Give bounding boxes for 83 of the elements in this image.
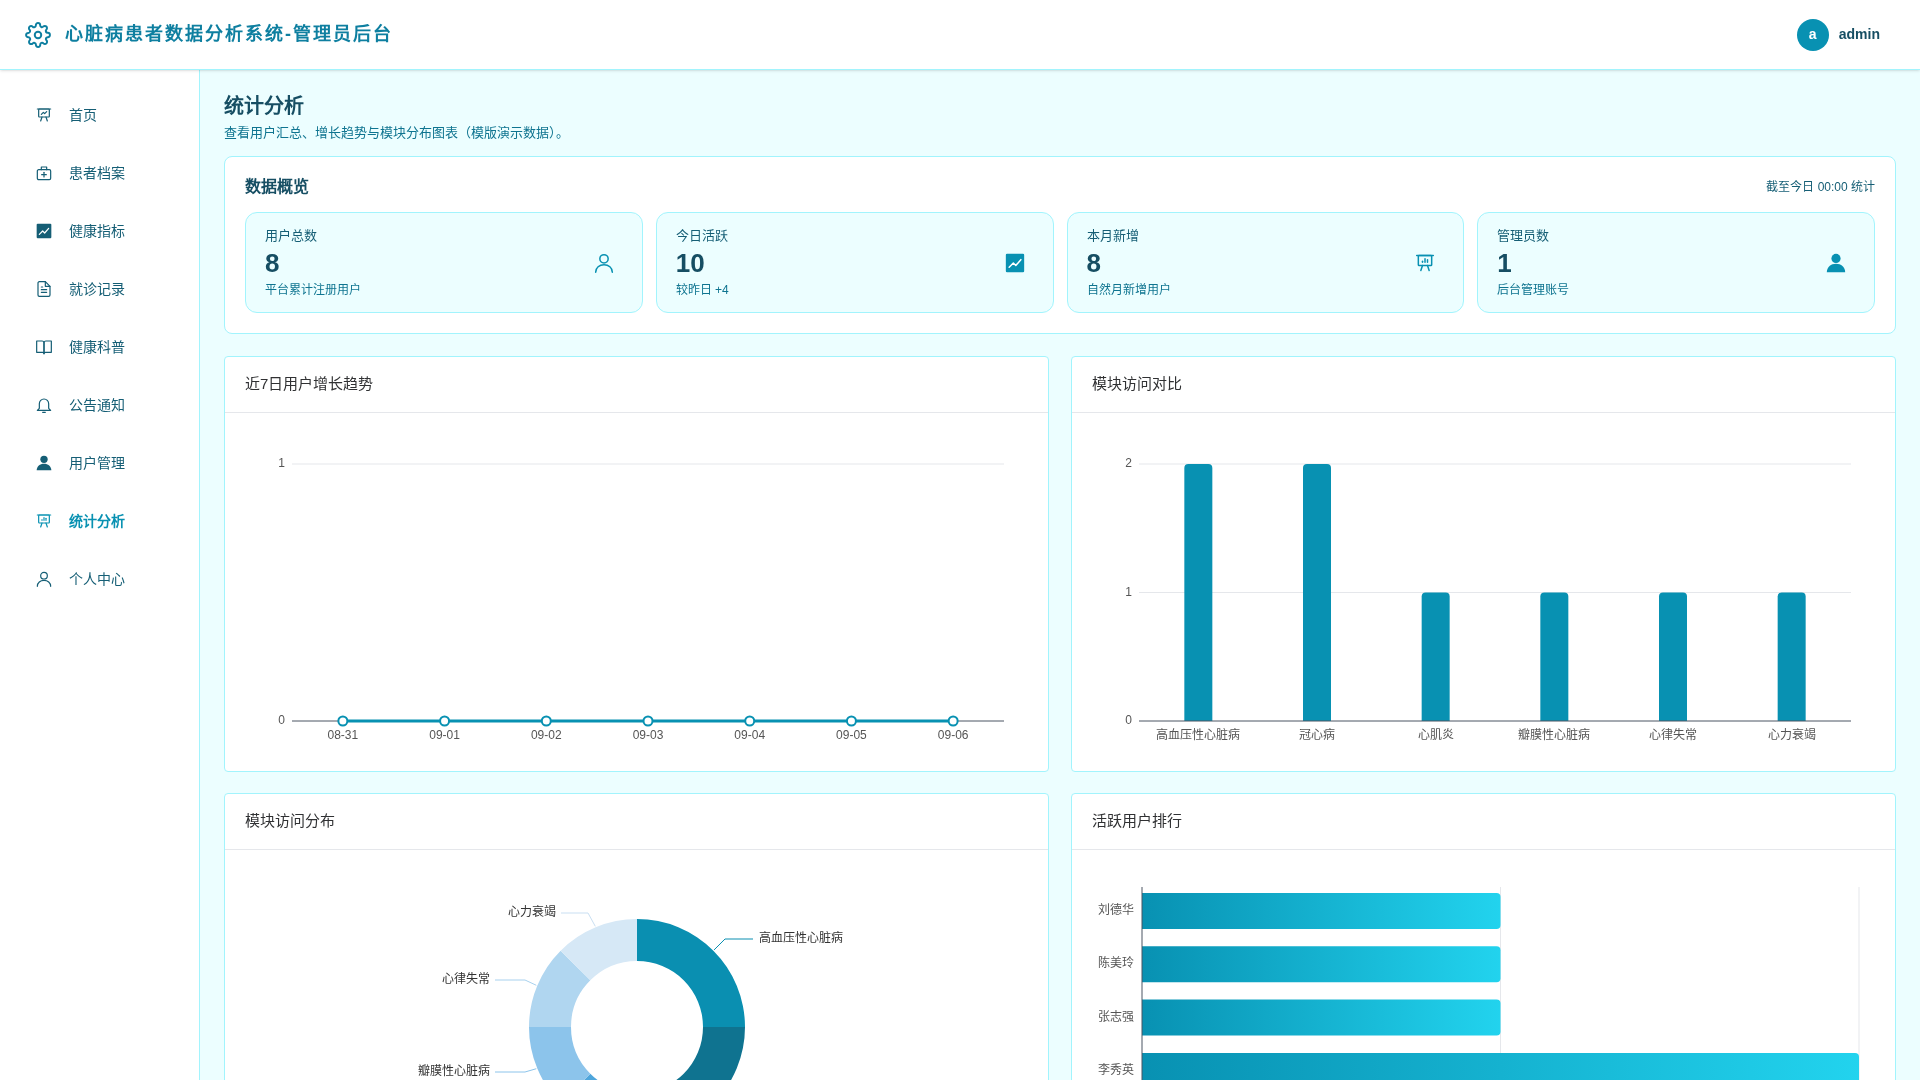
- sidebar-item[interactable]: 就诊记录: [0, 260, 199, 318]
- card-title: 活跃用户排行: [1092, 811, 1182, 832]
- stat-value: 10: [675, 247, 706, 279]
- sidebar-item[interactable]: 个人中心: [0, 550, 199, 608]
- chart-icon: [1004, 252, 1025, 273]
- axis-label: 09-04: [734, 728, 766, 743]
- axis-label: 09-03: [632, 728, 664, 743]
- stat-caption: 较昨日 +4: [675, 282, 729, 298]
- slice-label: 高血压性心脏病: [759, 931, 843, 946]
- stat-label: 用户总数: [265, 227, 318, 245]
- sidebar-item[interactable]: 患者档案: [0, 144, 199, 202]
- slice-label: 心力衰竭: [508, 905, 556, 920]
- stat-value: 1: [1497, 247, 1513, 279]
- data-point: [337, 715, 349, 727]
- stat-value: 8: [265, 247, 281, 279]
- settings-icon: [25, 21, 51, 48]
- stat-label: 管理员数: [1497, 227, 1551, 245]
- user-icon: [1826, 252, 1846, 273]
- axis-label: 0: [278, 713, 285, 728]
- data-point: [439, 715, 451, 727]
- axis-label: 09-02: [530, 728, 562, 743]
- axis-label: 0: [1125, 713, 1132, 728]
- stat-caption: 平台累计注册用户: [265, 282, 361, 298]
- data-point: [744, 715, 756, 727]
- axis-label: 09-05: [836, 728, 867, 743]
- medical-kit-icon: [36, 165, 52, 181]
- stat-label: 本月新增: [1086, 227, 1140, 245]
- stat-caption: 后台管理账号: [1497, 282, 1570, 298]
- axis-label: 李秀英: [1098, 1063, 1134, 1078]
- book-icon: [36, 339, 52, 355]
- stat-label: 今日活跃: [675, 227, 729, 245]
- stat-caption: 自然月新增用户: [1086, 282, 1171, 298]
- sidebar-item[interactable]: 首页: [0, 86, 199, 144]
- presentation-chart-icon: [36, 107, 52, 123]
- axis-label: 陈美玲: [1098, 956, 1134, 971]
- axis-label: 心律失常: [1649, 728, 1697, 743]
- stats-note: 截至今日 00:00 统计: [1766, 179, 1875, 196]
- leader-line: [560, 912, 596, 927]
- axis-label: 刘德华: [1098, 903, 1134, 918]
- data-point: [642, 715, 654, 727]
- user-name[interactable]: admin: [1838, 24, 1880, 45]
- axis-label: 张志强: [1098, 1009, 1134, 1024]
- axis-label: 1: [1125, 584, 1132, 599]
- leader-line: [713, 938, 754, 951]
- page-subtitle: 查看用户汇总、增长趋势与模块分布图表（模版演示数据）。: [224, 124, 570, 142]
- user-icon: [36, 455, 52, 471]
- card-title: 模块访问分布: [245, 811, 335, 832]
- user-avatar[interactable]: a: [1796, 18, 1829, 51]
- app-title: 心脏病患者数据分析系统-管理员后台: [65, 23, 393, 46]
- leader-line: [494, 1068, 537, 1073]
- axis-label: 高血压性心脏病: [1156, 728, 1241, 743]
- data-point: [845, 715, 857, 727]
- axis-label: 心力衰竭: [1767, 728, 1816, 743]
- section-title: 数据概览: [245, 176, 309, 197]
- sidebar-item[interactable]: 统计分析: [0, 492, 199, 550]
- sidebar-item[interactable]: 公告通知: [0, 376, 199, 434]
- axis-label: 心肌炎: [1417, 728, 1454, 743]
- user-icon: [593, 252, 614, 273]
- user-icon: [36, 571, 52, 587]
- axis-label: 09-01: [429, 728, 460, 743]
- data-point: [947, 715, 959, 727]
- axis-label: 1: [278, 456, 285, 471]
- card-title: 近7日用户增长趋势: [245, 374, 374, 395]
- sidebar-item[interactable]: 健康科普: [0, 318, 199, 376]
- presentation-chart-icon: [1415, 252, 1436, 273]
- bell-icon: [36, 397, 52, 413]
- sidebar-item[interactable]: 健康指标: [0, 202, 199, 260]
- page-title: 统计分析: [224, 94, 305, 119]
- slice-label: 瓣膜性心脏病: [418, 1064, 490, 1079]
- axis-label: 冠心病: [1299, 728, 1335, 743]
- stat-value: 8: [1086, 247, 1102, 279]
- presentation-chart-icon: [36, 513, 52, 529]
- axis-label: 09-06: [937, 728, 969, 743]
- axis-label: 瓣膜性心脏病: [1518, 728, 1591, 743]
- slice-label: 心律失常: [442, 972, 490, 987]
- axis-label: 2: [1125, 456, 1132, 471]
- chart-icon: [36, 223, 52, 239]
- data-point: [540, 715, 552, 727]
- axis-label: 08-31: [327, 728, 359, 743]
- leader-line: [494, 979, 537, 986]
- card-title: 模块访问对比: [1092, 374, 1182, 395]
- document-icon: [36, 281, 52, 297]
- sidebar-item[interactable]: 用户管理: [0, 434, 199, 492]
